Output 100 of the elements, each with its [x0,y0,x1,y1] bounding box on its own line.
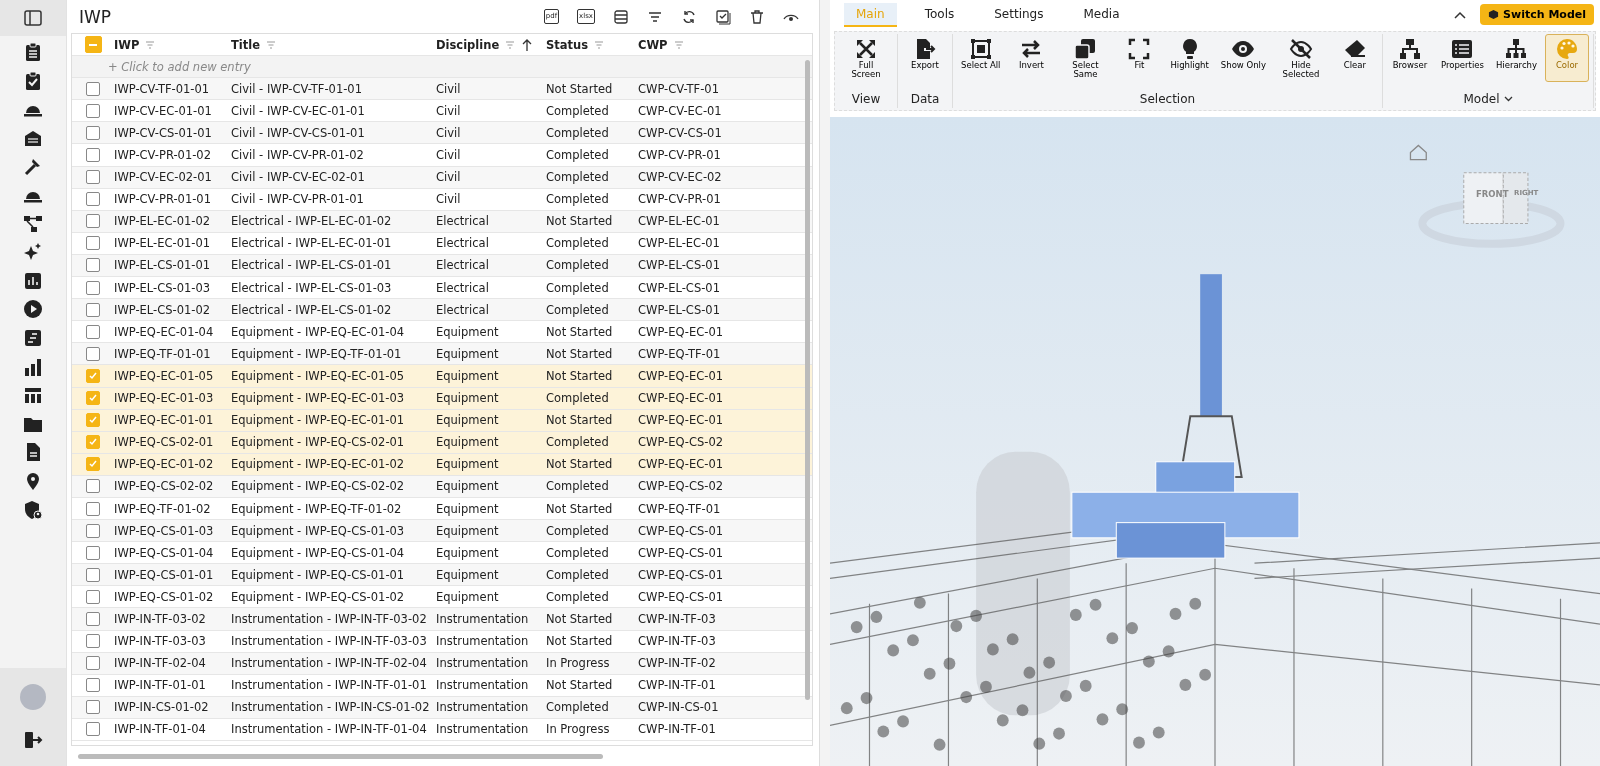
table-icon[interactable] [23,385,43,406]
row-checkbox[interactable] [86,656,100,671]
play-icon[interactable] [23,299,43,320]
ribbon-tab[interactable]: Tools [912,2,967,27]
column-header[interactable]: Title [231,37,261,52]
row-checkbox[interactable] [86,258,100,273]
row-checkbox[interactable] [86,103,100,118]
ribbon-button[interactable]: Browser [1386,34,1433,82]
ribbon-button[interactable]: Properties [1436,34,1488,82]
table-cell: IWP-EQ-EC-01-05 [114,368,214,383]
row-checkbox[interactable] [86,700,100,715]
chevron-down-icon[interactable] [1503,96,1513,102]
ribbon-button[interactable]: Full Screen [839,34,893,82]
trash-icon[interactable] [749,8,765,25]
table-cell: Equipment [436,391,499,406]
switch-model-button[interactable]: Switch Model [1480,4,1594,25]
table-cell: CWP-IN-CS-01 [638,700,719,715]
column-header[interactable]: IWP [114,37,140,52]
table-cell: CWP-EQ-EC-01 [638,413,724,428]
row-checkbox[interactable] [86,236,100,251]
table-cell: CWP-EQ-TF-01 [638,501,721,516]
ribbon-button[interactable]: Color [1545,34,1589,82]
checkbox-icon[interactable] [715,8,731,25]
clipcheck-icon[interactable] [23,70,43,91]
row-checkbox[interactable] [86,368,100,383]
row-checkbox[interactable] [86,125,100,140]
refresh-icon[interactable] [681,8,697,25]
chart-icon[interactable] [23,270,43,291]
row-checkbox[interactable] [86,722,100,737]
row-checkbox[interactable] [86,589,100,604]
ribbon-group-label[interactable]: Model [1463,92,1513,106]
row-checkbox[interactable] [86,567,100,582]
ribbon-button[interactable]: Highlight [1166,34,1213,82]
column-header[interactable]: CWP [638,37,668,52]
row-checkbox[interactable] [86,148,100,162]
ribbon-button[interactable]: Hierarchy [1491,34,1541,82]
flow-icon[interactable] [23,213,43,234]
table-cell: IWP-EQ-EC-01-01 [114,413,214,428]
sidebar-toggle-icon[interactable] [24,10,42,26]
ribbon-button[interactable]: Hide Selected [1273,34,1328,82]
vertical-scrollbar[interactable] [805,60,810,700]
logout-icon[interactable] [23,730,43,750]
row-checkbox[interactable] [86,192,100,207]
row-checkbox[interactable] [86,457,100,472]
table-cell: Instrumentation [436,634,529,649]
table-cell: Equipment - IWP-EQ-EC-01-04 [231,324,405,339]
row-checkbox[interactable] [86,678,100,693]
sort-ascending-icon[interactable] [521,37,534,52]
row-checkbox[interactable] [86,545,100,560]
row-checkbox[interactable] [86,612,100,626]
ribbon-button[interactable]: Fit [1116,34,1163,82]
row-checkbox[interactable] [86,302,100,317]
select-all-checkbox[interactable] [84,36,102,54]
ribbon-button[interactable]: Export [902,34,948,82]
ribbon-button[interactable]: Show Only [1216,34,1270,82]
palette-icon [1555,37,1579,61]
row-checkbox[interactable] [86,81,100,96]
row-checkbox[interactable] [86,214,100,229]
table-cell: IWP-CV-PR-01-01 [114,192,211,207]
collapse-caret-icon[interactable] [1454,10,1467,19]
row-checkbox[interactable] [86,413,100,428]
column-header[interactable]: Discipline [436,37,500,52]
table-cell: Instrumentation - IWP-IN-TF-03-02 [231,612,427,626]
ribbon-tab[interactable]: Media [1071,2,1132,27]
table-cell: CWP-EL-CS-01 [638,258,720,273]
table-cell: Electrical - IWP-EL-EC-01-02 [231,214,392,229]
shield-icon[interactable] [23,499,43,520]
table-cell: CWP-CV-CS-01 [638,125,722,140]
row-checkbox[interactable] [86,391,100,406]
row-checkbox[interactable] [86,634,100,649]
table-cell: Completed [546,280,609,295]
ribbon-button[interactable]: Clear [1331,34,1378,82]
row-checkbox[interactable] [86,170,100,185]
table-cell: IWP-IN-TF-01-01 [114,678,206,693]
ribbon-button[interactable]: Invert [1008,34,1055,82]
table-cell: Electrical - IWP-EL-EC-01-01 [231,236,392,251]
horizontal-scrollbar[interactable] [78,754,603,759]
columns-icon[interactable] [613,8,629,25]
row-checkbox[interactable] [86,523,100,538]
table-cell: IWP-EQ-EC-01-03 [114,391,214,406]
clipboard-icon[interactable] [23,42,43,62]
row-checkbox[interactable] [86,324,100,339]
table-cell: IWP-EQ-EC-01-02 [114,457,214,472]
doc-icon[interactable] [23,327,43,348]
column-header[interactable]: Status [546,37,589,52]
row-checkbox[interactable] [86,280,100,295]
ribbon-tab[interactable]: Settings [982,2,1056,27]
row-checkbox[interactable] [86,501,100,516]
table-cell: Not Started [546,678,613,693]
row-checkbox[interactable] [86,479,100,494]
row-checkbox[interactable] [86,435,100,450]
ribbon-button[interactable]: Select Same [1058,34,1113,82]
ribbon-button[interactable]: Select All [957,34,1005,82]
table-cell: IWP-CV-PR-01-02 [114,148,211,162]
row-checkbox[interactable] [86,346,100,361]
table-cell: Instrumentation [436,678,529,693]
bars-icon[interactable] [23,356,43,377]
table-cell: Civil [436,125,461,140]
table-cell: Completed [546,148,609,162]
hammer-icon[interactable] [23,156,43,177]
